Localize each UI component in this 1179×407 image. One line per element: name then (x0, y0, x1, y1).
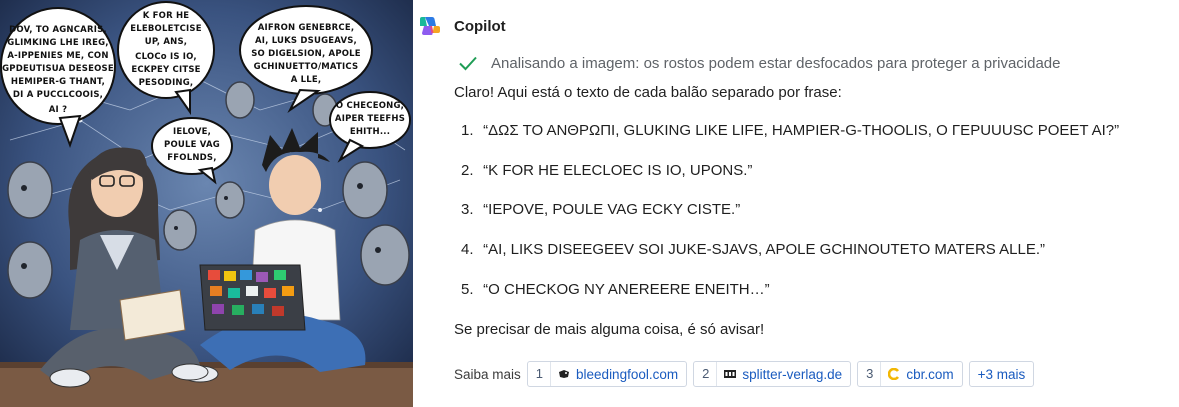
bubble-1-line: AI ? (49, 105, 67, 115)
list-item-number: 5. (461, 280, 474, 298)
bubble-2-line: PESODING, (139, 78, 194, 88)
bubble-3-line: AIFRON GENEBRCE, (258, 23, 355, 33)
list-item-text: “AI, LIKS DISEEGEEV SOI JUKE-SJAVS, APOL… (483, 241, 1045, 259)
splitter-favicon-icon (724, 370, 737, 378)
list-item-number: 3. (461, 201, 474, 219)
check-icon (459, 56, 477, 71)
response-intro: Claro! Aqui está o texto de cada balão s… (454, 84, 842, 101)
list-item: 5. “O CHECKOG NY ANEREERE ENEITH…” (461, 281, 1119, 321)
learn-more-sources: Saiba mais 1 bleedingfool.com 2 splitter… (454, 361, 1040, 387)
source-index: 3 (858, 362, 882, 386)
bleedingfool-favicon-icon (559, 370, 570, 378)
list-item: 2. “K FOR HE ELECLOEC IS IO, UPONS.” (461, 162, 1119, 202)
list-item-number: 1. (461, 122, 474, 139)
response-outro: Se precisar de mais alguma coisa, é só a… (454, 321, 765, 338)
bubble-1-line: DOV, TO AGNCARIS, (9, 25, 107, 35)
bubble-2-line: UP, ANS, (145, 37, 187, 47)
image-analysis-status: Analisando a imagem: os rostos podem est… (457, 52, 1061, 74)
status-text: Analisando a imagem: os rostos podem est… (491, 54, 1061, 72)
copilot-response-panel: Copilot Analisando a imagem: os rostos p… (413, 0, 1179, 407)
sentence-list: 1. “ΔΩΣ ΤΟ ΑΝΘΡΩΠΙ, GLUKING LIKE LIFE, H… (461, 122, 1119, 320)
copilot-logo-icon (420, 17, 440, 35)
source-chip-cbr[interactable]: 3 cbr.com (857, 361, 963, 387)
app-name: Copilot (454, 17, 506, 35)
source-domain: bleedingfool.com (576, 366, 679, 382)
source-domain: splitter-verlag.de (742, 366, 843, 382)
list-item-number: 2. (461, 161, 474, 179)
source-index: 2 (694, 362, 718, 386)
bubble-3-line: AI, LUKS DSUGEAVS, (255, 36, 357, 46)
list-item-text: “IEPOVE, POULE VAG ECKY CISTE.” (483, 201, 741, 219)
bubble-1-line: GPDEUTISUA DESEOSE (2, 64, 114, 74)
bubble-2-line: K FOR HE (143, 11, 190, 21)
list-item-text: “O CHECKOG NY ANEREERE ENEITH…” (483, 280, 770, 298)
list-item: 3. “IEPOVE, POULE VAG ECKY CISTE.” (461, 201, 1119, 241)
comic-image: DOV, TO AGNCARIS, GLIMKING LHE IREG, A-I… (0, 0, 413, 407)
bubble-3-line: SO DIGELSION, APOLE (251, 49, 361, 59)
bubble-3-line: A LLE, (291, 75, 322, 85)
bubble-4-line: POULE VAG (164, 140, 220, 150)
source-chip-bleedingfool[interactable]: 1 bleedingfool.com (526, 361, 688, 387)
sources-label: Saiba mais (454, 366, 521, 382)
list-item-number: 4. (461, 241, 474, 259)
cbr-favicon-icon (888, 368, 900, 380)
list-item: 4. “AI, LIKS DISEEGEEV SOI JUKE-SJAVS, A… (461, 241, 1119, 281)
bubble-2-line: ELEBOLETCISE (130, 24, 201, 34)
bubble-4-line: FFOLNDS, (167, 153, 216, 163)
copilot-header: Copilot (418, 14, 506, 38)
source-index: 1 (528, 362, 552, 386)
list-item: 1. “ΔΩΣ ΤΟ ΑΝΘΡΩΠΙ, GLUKING LIKE LIFE, H… (461, 122, 1119, 162)
source-chip-splitter-verlag[interactable]: 2 splitter-verlag.de (693, 361, 852, 387)
bubble-5-line: O CHECEONG, (336, 101, 404, 111)
list-item-text: “ΔΩΣ ΤΟ ΑΝΘΡΩΠΙ, GLUKING LIKE LIFE, HAMP… (483, 122, 1120, 139)
bubble-4-line: IELOVE, (173, 127, 211, 137)
bubble-1-line: HEMIPER-G THANT, (11, 77, 105, 87)
bubble-2-line: CLOCo IS IO, (135, 52, 197, 62)
bubble-1-line: GLIMKING LHE IREG, (7, 38, 108, 48)
bubble-3-line: GCHINUETTO/MATICS (254, 62, 359, 72)
bubble-2-line: ECKPEY CITSE (131, 65, 200, 75)
bubble-5-line: EHITH... (350, 127, 390, 137)
more-sources-button[interactable]: +3 mais (968, 361, 1035, 387)
bubble-5-line: AIPER TEEFHS (335, 114, 405, 124)
list-item-text: “K FOR HE ELECLOEC IS IO, UPONS.” (483, 161, 753, 179)
bubble-1-line: DI A PUCCLCOOIS, (13, 90, 103, 100)
source-domain: cbr.com (906, 366, 954, 382)
bubble-1-line: A-IPPENIES ME, CON (7, 51, 108, 61)
